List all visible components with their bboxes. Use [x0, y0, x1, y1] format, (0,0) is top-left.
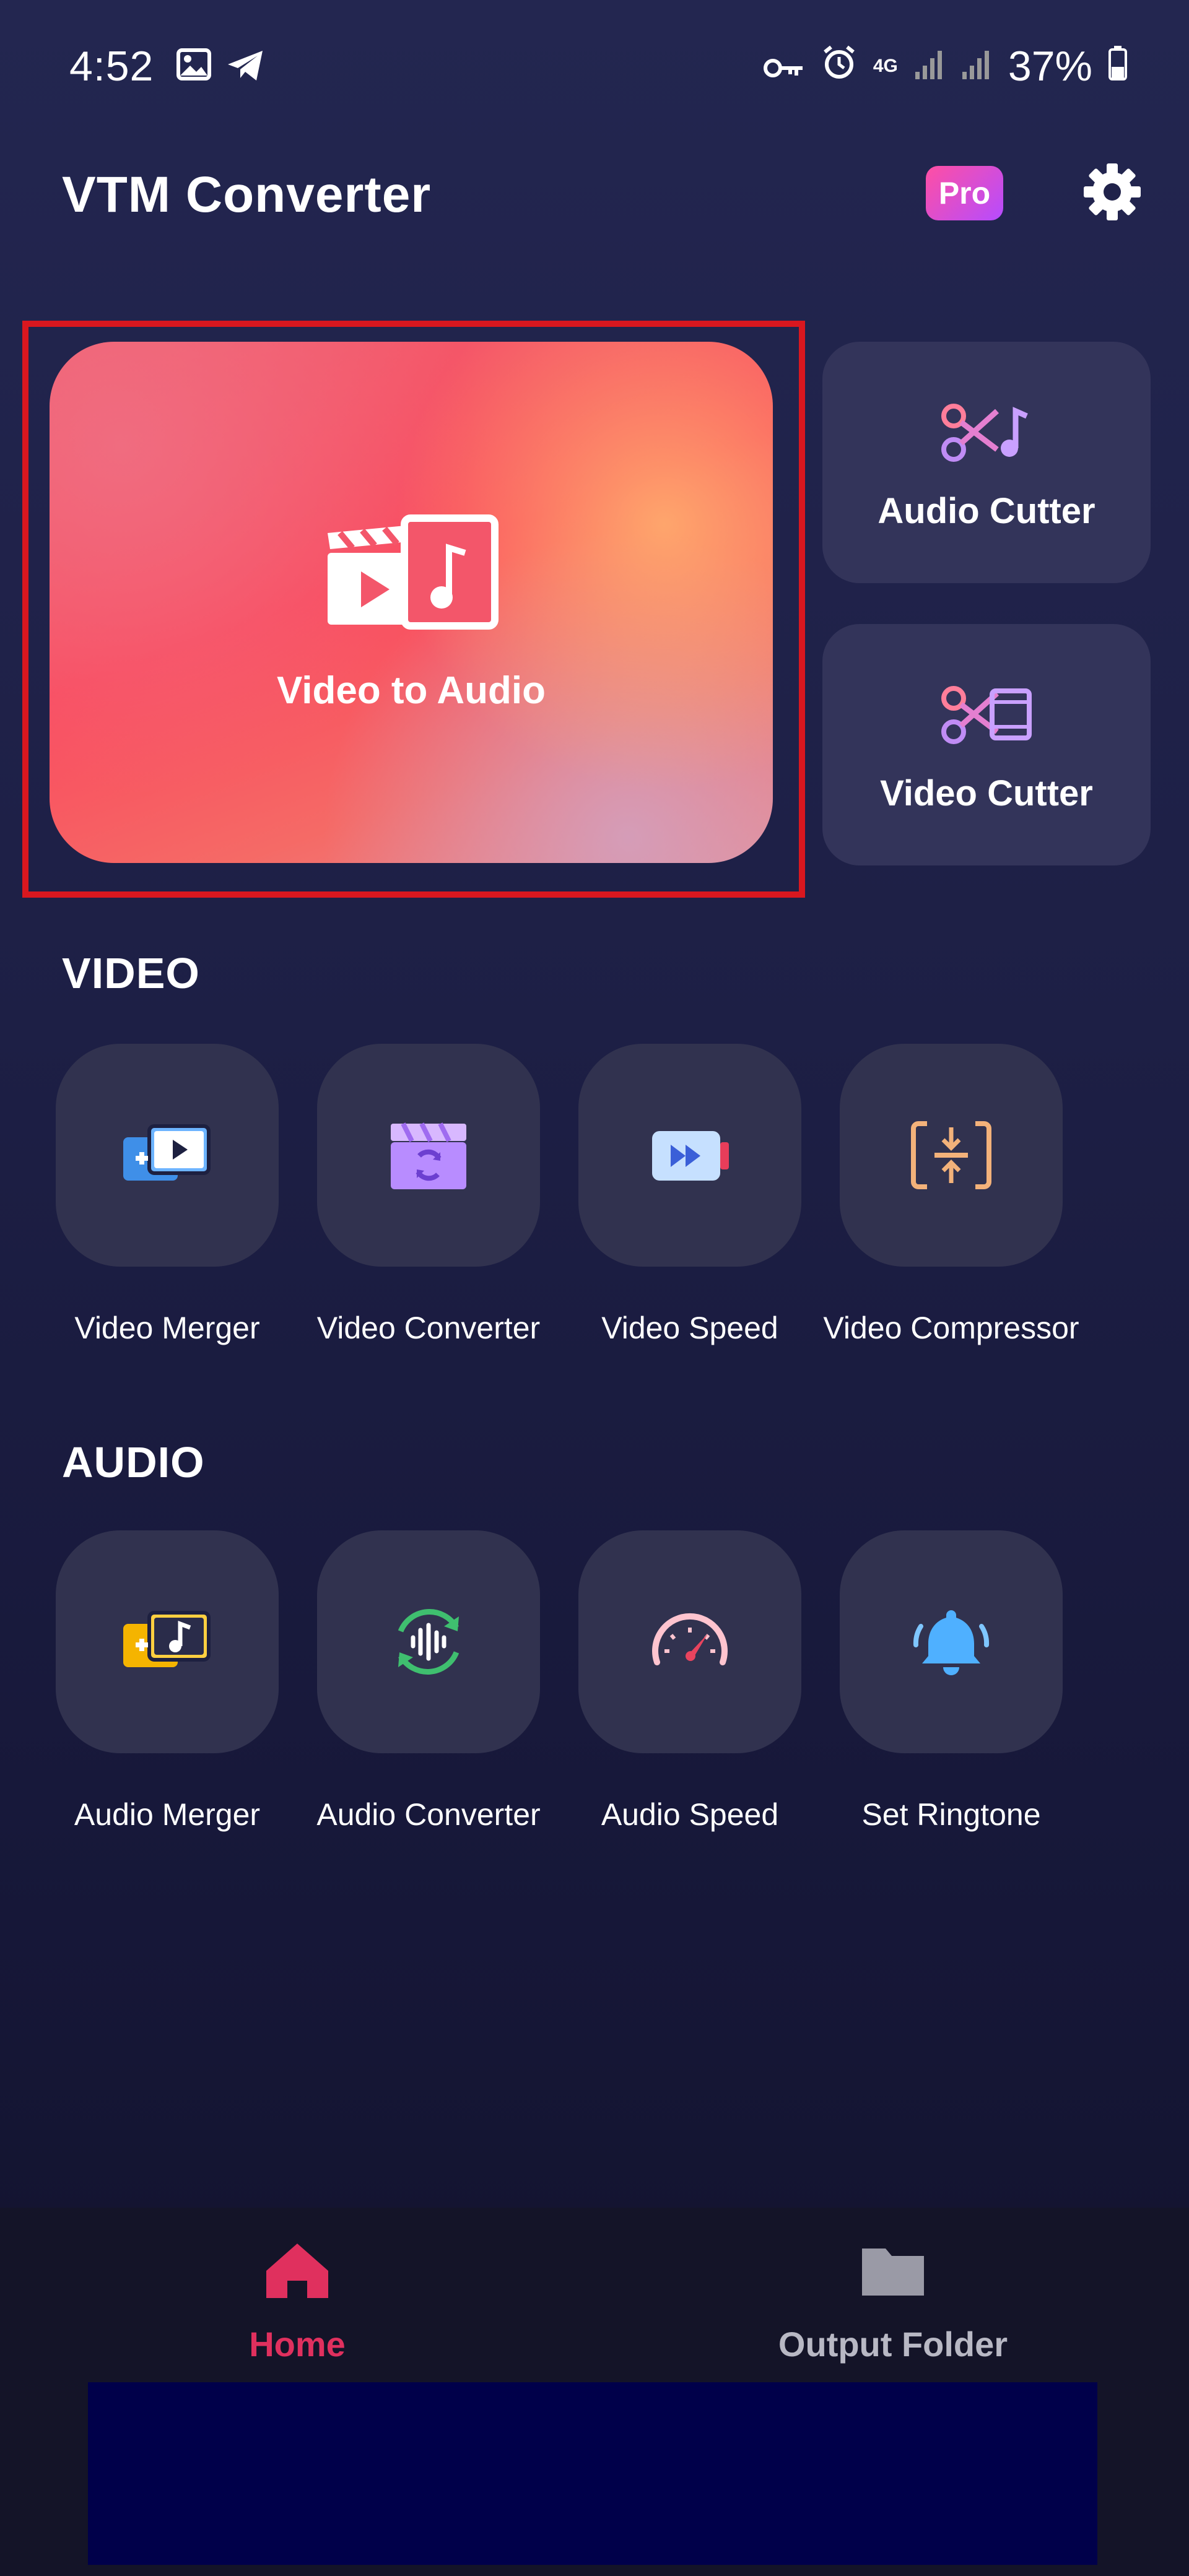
signal-icon-2 [961, 42, 992, 90]
nav-home-label: Home [249, 2325, 346, 2364]
status-time: 4:52 [69, 43, 154, 90]
alarm-icon [821, 42, 857, 90]
audio-convert-icon [382, 1602, 475, 1682]
audio-merge-icon [121, 1602, 214, 1682]
audio-converter-label: Audio Converter [316, 1797, 541, 1832]
compress-icon [905, 1115, 998, 1195]
audio-section-title: AUDIO [62, 1438, 205, 1486]
video-converter-label: Video Converter [316, 1311, 541, 1345]
nav-output-folder-label: Output Folder [778, 2325, 1008, 2364]
video-speed-button[interactable] [578, 1044, 801, 1267]
video-to-audio-icon [325, 512, 499, 630]
video-section-title: VIDEO [62, 949, 200, 997]
nav-home[interactable]: Home [111, 2240, 483, 2364]
home-icon [260, 2240, 334, 2302]
folder-icon [856, 2240, 930, 2302]
settings-button[interactable] [1082, 162, 1142, 222]
ad-banner[interactable] [88, 2382, 1097, 2565]
bell-icon [905, 1602, 998, 1682]
audio-converter-button[interactable] [317, 1530, 540, 1753]
video-converter-button[interactable] [317, 1044, 540, 1267]
video-merger-label: Video Merger [74, 1311, 260, 1345]
video-compressor-label: Video Compressor [823, 1311, 1079, 1345]
image-notification-icon [176, 48, 211, 84]
network-type: 4G [873, 56, 898, 76]
scissors-film-icon [940, 681, 1033, 749]
video-convert-icon [382, 1115, 475, 1195]
video-speed-icon [643, 1115, 736, 1195]
status-right-group: 4G 37% [763, 42, 1127, 90]
battery-icon [1108, 42, 1127, 90]
nav-output-folder[interactable]: Output Folder [707, 2240, 1079, 2364]
video-compressor-button[interactable] [840, 1044, 1063, 1267]
app-title: VTM Converter [62, 167, 432, 223]
set-ringtone-button[interactable] [840, 1530, 1063, 1753]
video-to-audio-tile[interactable]: Video to Audio [50, 342, 773, 863]
video-merge-icon [121, 1115, 214, 1195]
audio-speed-button[interactable] [578, 1530, 801, 1753]
audio-cutter-tile[interactable]: Audio Cutter [822, 342, 1151, 583]
pro-button[interactable]: Pro [926, 166, 1003, 220]
video-to-audio-label: Video to Audio [277, 669, 546, 712]
signal-icon-1 [914, 42, 945, 90]
audio-merger-button[interactable] [56, 1530, 279, 1753]
scissors-music-icon [940, 399, 1033, 467]
set-ringtone-label: Set Ringtone [861, 1797, 1041, 1832]
speedometer-icon [643, 1602, 736, 1682]
video-cutter-tile[interactable]: Video Cutter [822, 624, 1151, 865]
audio-speed-label: Audio Speed [601, 1797, 779, 1832]
audio-merger-label: Audio Merger [74, 1797, 261, 1832]
video-cutter-label: Video Cutter [880, 773, 1093, 813]
audio-cutter-label: Audio Cutter [878, 491, 1095, 531]
video-speed-label: Video Speed [601, 1311, 778, 1345]
telegram-icon [227, 50, 265, 85]
video-merger-button[interactable] [56, 1044, 279, 1267]
battery-percent: 37% [1008, 43, 1092, 90]
status-bar: 4:52 4G 37% [0, 0, 1189, 136]
gear-icon [1084, 163, 1141, 220]
vpn-key-icon [763, 42, 805, 90]
